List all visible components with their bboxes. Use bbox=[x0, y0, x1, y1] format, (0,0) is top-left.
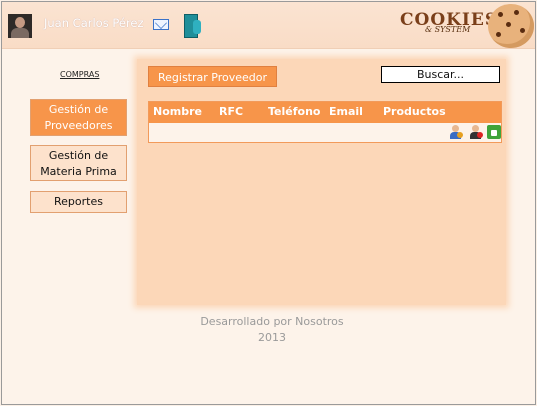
header-bar: Juan Carlos Pérez COOKIES & SYSTEM bbox=[2, 2, 535, 49]
user-avatar[interactable] bbox=[8, 14, 32, 38]
delete-user-icon[interactable] bbox=[469, 125, 483, 139]
footer-credit: Desarrollado por Nosotros bbox=[200, 315, 344, 328]
exit-icon[interactable] bbox=[182, 14, 204, 38]
lock-shape bbox=[491, 130, 497, 136]
column-header: Teléfono bbox=[268, 105, 321, 118]
app-window: Juan Carlos Pérez COOKIES & SYSTEM COMPR… bbox=[1, 1, 536, 405]
content-panel bbox=[137, 59, 506, 305]
avatar-head bbox=[15, 17, 25, 28]
footer: Desarrollado por Nosotros 2013 bbox=[182, 314, 362, 346]
register-provider-button[interactable]: Registrar Proveedor bbox=[148, 66, 277, 87]
nav-caption: COMPRAS bbox=[60, 70, 100, 79]
nav-item-reportes[interactable]: Reportes bbox=[30, 191, 127, 213]
avatar-body bbox=[11, 28, 29, 38]
cookie-chip bbox=[520, 28, 525, 33]
cookie-chip bbox=[506, 22, 511, 27]
icon-head bbox=[472, 125, 479, 132]
logo-subtext: & SYSTEM bbox=[425, 25, 471, 34]
search-input[interactable]: Buscar... bbox=[381, 66, 500, 83]
mail-icon[interactable] bbox=[153, 19, 169, 30]
add-user-icon[interactable] bbox=[449, 125, 463, 139]
column-header: Email bbox=[329, 105, 363, 118]
table-row bbox=[149, 123, 501, 142]
nav-item-materia-prima[interactable]: Gestión de Materia Prima bbox=[30, 145, 127, 181]
footer-year: 2013 bbox=[258, 331, 286, 344]
nav-item-proveedores[interactable]: Gestión de Proveedores bbox=[30, 99, 127, 136]
providers-table: Nombre RFC Teléfono Email Productos bbox=[148, 101, 502, 143]
column-header: Nombre bbox=[153, 105, 202, 118]
icon-badge bbox=[457, 132, 463, 138]
icon-head bbox=[452, 125, 459, 132]
column-header: Productos bbox=[383, 105, 446, 118]
table-header: Nombre RFC Teléfono Email Productos bbox=[149, 102, 501, 123]
column-header: RFC bbox=[219, 105, 244, 118]
cookie-chip bbox=[496, 32, 501, 37]
cookie-chip bbox=[498, 12, 503, 17]
cookie-icon bbox=[488, 4, 534, 48]
person-shape bbox=[193, 20, 201, 34]
cookie-chip bbox=[514, 10, 519, 15]
user-name: Juan Carlos Pérez bbox=[44, 16, 144, 30]
unlock-icon[interactable] bbox=[487, 125, 501, 139]
icon-badge bbox=[477, 132, 483, 138]
